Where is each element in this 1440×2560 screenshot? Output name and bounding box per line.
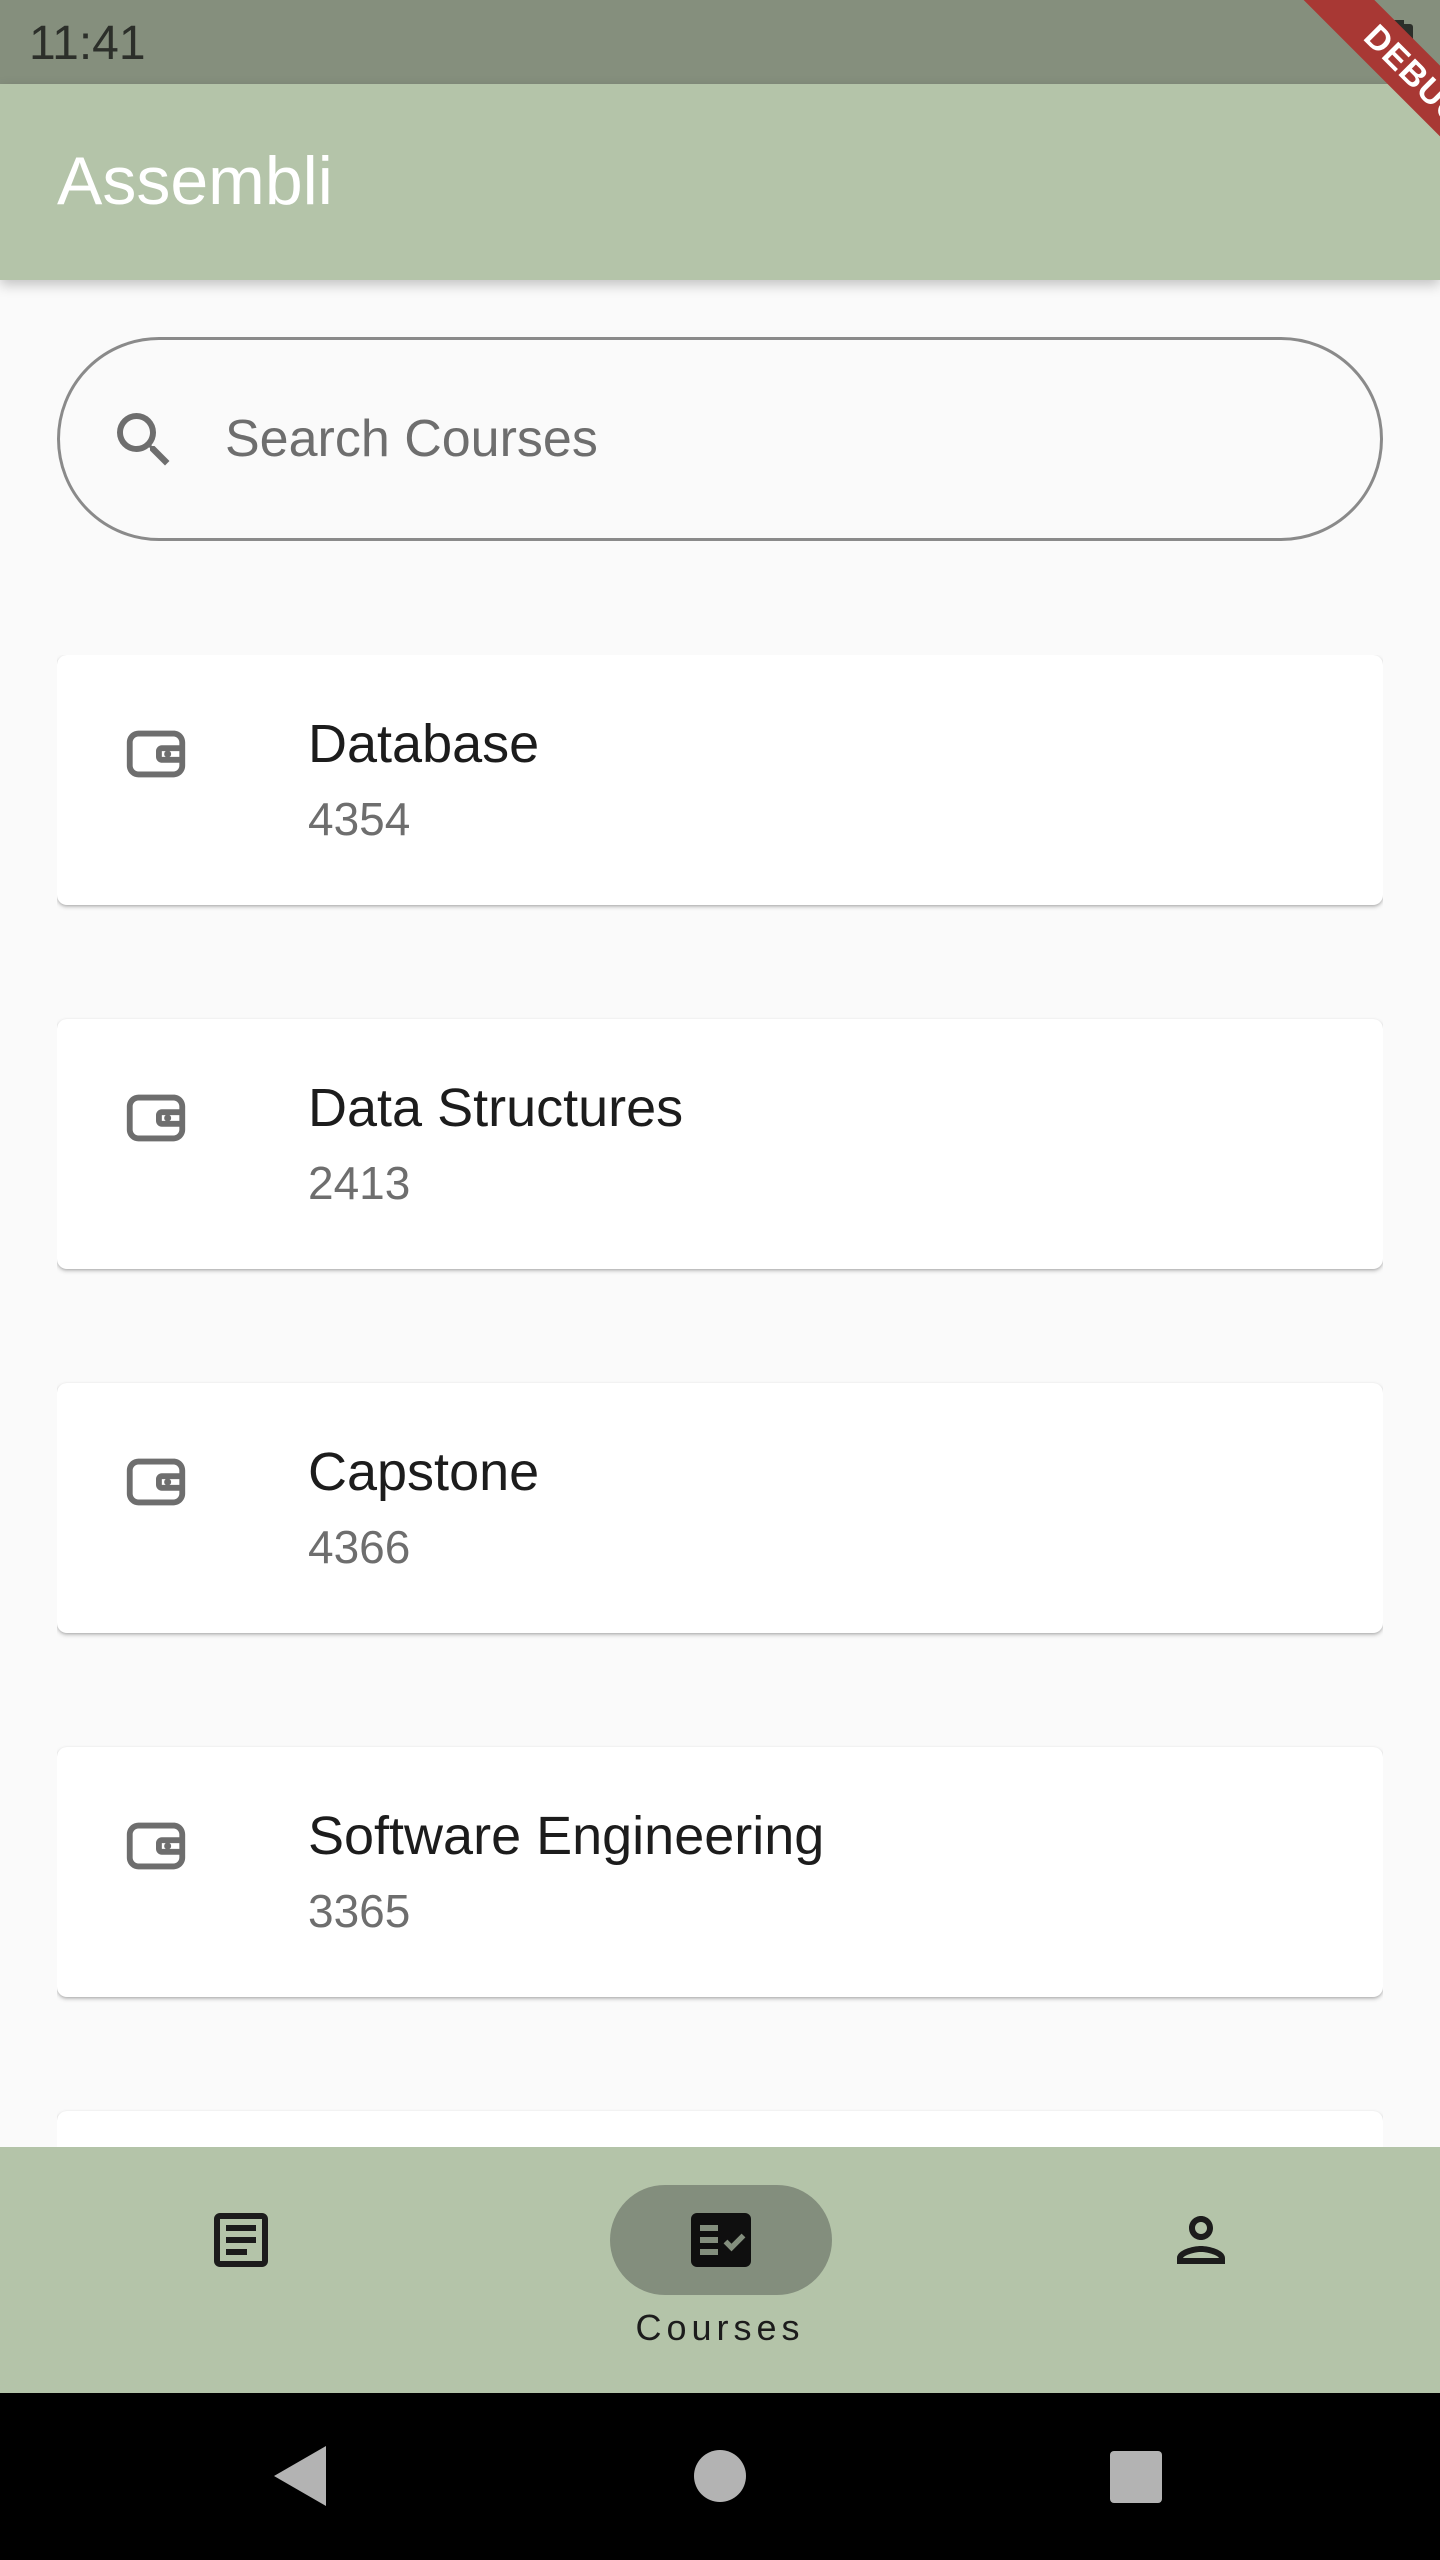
system-navigation-bar	[0, 2393, 1440, 2560]
article-icon	[214, 2213, 268, 2267]
wallet-icon	[126, 1094, 186, 1142]
battery-icon	[1383, 20, 1413, 64]
search-bar[interactable]	[57, 337, 1383, 541]
app-title: Assembli	[57, 143, 333, 219]
bottom-navigation: Courses	[0, 2147, 1440, 2393]
nav-item-feed[interactable]	[0, 2147, 480, 2393]
course-card[interactable]: Software Engineering 3365	[57, 1747, 1383, 1997]
nav-item-courses[interactable]: Courses	[480, 2147, 960, 2393]
course-list[interactable]: Database 4354 Data Structures 2413 Capst…	[57, 655, 1383, 2147]
course-number: 4354	[308, 793, 411, 845]
course-card[interactable]: Capstone 4366	[57, 1383, 1383, 1633]
person-icon	[1177, 2216, 1225, 2264]
nav-label: Courses	[635, 2307, 805, 2348]
wallet-icon	[126, 1822, 186, 1870]
course-number: 2413	[308, 1157, 411, 1209]
course-card[interactable]: Database 4354	[57, 655, 1383, 905]
course-number: 3365	[308, 1885, 411, 1937]
fact-check-icon	[691, 2213, 751, 2267]
home-icon[interactable]	[675, 2431, 765, 2521]
course-title: Database	[308, 714, 540, 774]
recents-icon[interactable]	[1090, 2431, 1180, 2521]
status-time: 11:41	[29, 17, 146, 70]
status-bar: 11:41	[0, 0, 1440, 84]
wallet-icon	[126, 1458, 186, 1506]
course-number: 4366	[308, 1521, 411, 1573]
back-icon[interactable]	[256, 2431, 346, 2521]
wallet-icon	[126, 730, 186, 778]
app-bar: Assembli	[0, 84, 1440, 280]
search-icon	[117, 413, 170, 466]
course-title: Software Engineering	[308, 1806, 825, 1866]
nav-item-profile[interactable]	[960, 2147, 1440, 2393]
course-title: Capstone	[308, 1442, 540, 1502]
course-card[interactable]: Data Structures 2413	[57, 1019, 1383, 1269]
search-input[interactable]	[225, 340, 1325, 538]
course-title: Data Structures	[308, 1078, 684, 1138]
course-card[interactable]	[57, 2111, 1383, 2147]
